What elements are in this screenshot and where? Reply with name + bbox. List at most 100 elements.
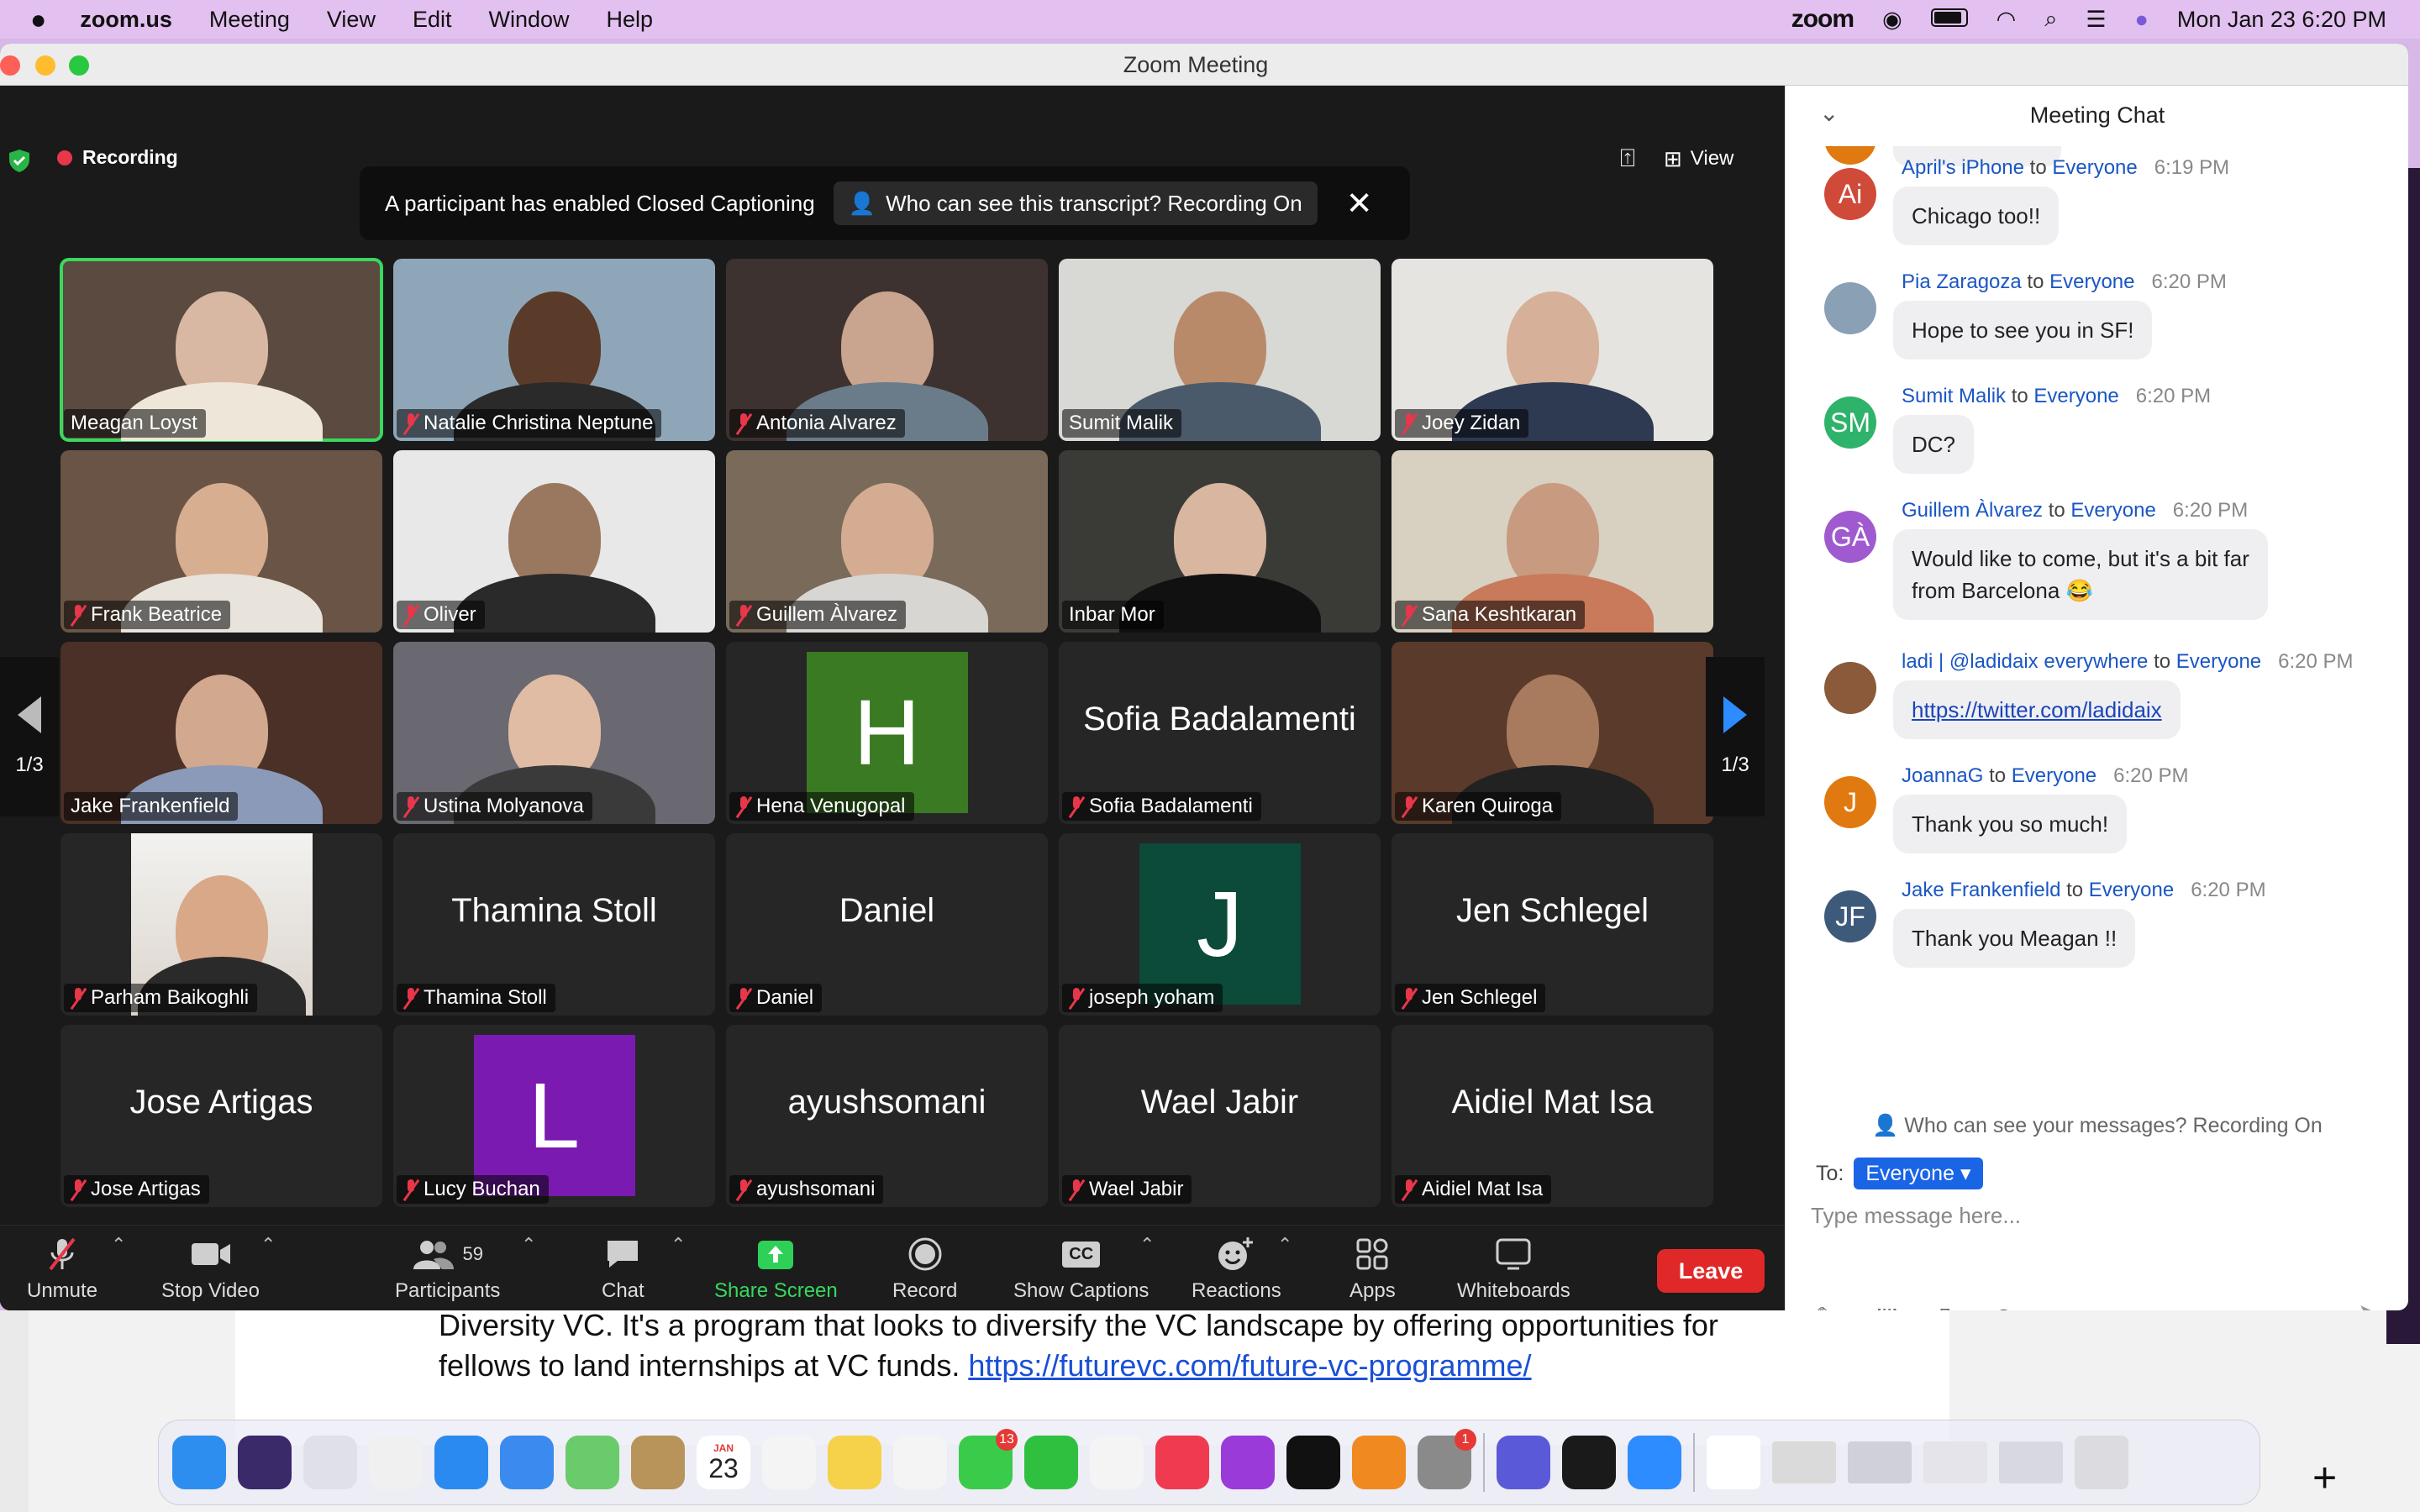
chevron-up-icon[interactable]: ⌃ <box>671 1234 686 1256</box>
window-thumb-icon[interactable] <box>1923 1441 1987 1483</box>
message-input[interactable]: Type message here... <box>1811 1203 2021 1229</box>
stop-video-button[interactable]: Stop Video <box>161 1236 260 1303</box>
siri-menu-icon[interactable]: ● <box>2135 7 2149 33</box>
show-captions-button[interactable]: CC Show Captions <box>1013 1236 1149 1303</box>
emoji-icon[interactable]: ☺ <box>1991 1302 2016 1310</box>
transcript-visibility-button[interactable]: 👤 Who can see this transcript? Recording… <box>833 181 1318 225</box>
participant-tile[interactable]: Jen Schlegel Jen Schlegel <box>1392 833 1713 1016</box>
creative-cloud-icon[interactable]: ◉ <box>1882 7 1902 33</box>
participant-tile[interactable]: Karen Quiroga <box>1392 642 1713 824</box>
settings-icon[interactable]: 1 <box>1418 1429 1476 1489</box>
teams-icon[interactable] <box>1497 1436 1550 1489</box>
chevron-up-icon[interactable]: ⌃ <box>260 1234 276 1256</box>
zoom-icon[interactable] <box>1628 1436 1681 1489</box>
books-icon[interactable] <box>1352 1436 1406 1489</box>
chat-sender[interactable]: April's iPhone <box>1902 156 2024 179</box>
participant-tile[interactable]: Sana Keshtkaran <box>1392 450 1713 633</box>
participant-tile[interactable]: Jake Frankenfield <box>60 642 382 824</box>
search-icon[interactable]: ⌕ <box>2044 6 2057 33</box>
chat-sender[interactable]: ladi | @ladidaix everywhere <box>1902 650 2148 673</box>
apple-icon[interactable]: ● <box>30 4 46 35</box>
send-icon[interactable]: ➤ <box>2358 1299 2379 1310</box>
menu-app-name[interactable]: zoom.us <box>80 7 172 33</box>
participant-tile[interactable]: L Lucy Buchan <box>393 1025 715 1207</box>
participants-button[interactable]: 59 Participants <box>395 1236 500 1303</box>
chevron-up-icon[interactable]: ⌃ <box>521 1234 536 1256</box>
file-icon[interactable]: ▯ <box>1939 1302 1951 1310</box>
podcasts-icon[interactable] <box>1221 1436 1275 1489</box>
participant-tile[interactable]: Meagan Loyst <box>60 258 383 442</box>
chat-sender[interactable]: Sumit Malik <box>1902 385 2006 407</box>
safari-icon[interactable] <box>434 1436 488 1489</box>
chevron-up-icon[interactable]: ⌃ <box>1139 1234 1155 1256</box>
chat-recipient[interactable]: Everyone <box>2070 499 2155 522</box>
record-button[interactable]: Record <box>892 1236 957 1303</box>
chat-sender[interactable]: JoannaG <box>1902 764 1983 787</box>
document-link[interactable]: https://futurevc.com/future-vc-programme… <box>968 1348 1531 1383</box>
menu-meeting[interactable]: Meeting <box>209 7 290 33</box>
participant-tile[interactable]: Sumit Malik <box>1059 259 1381 441</box>
control-center-icon[interactable]: ☰ <box>2086 7 2106 33</box>
menu-window[interactable]: Window <box>488 7 569 33</box>
next-page-button[interactable]: 1/3 <box>1706 657 1765 816</box>
unmute-button[interactable]: Unmute <box>27 1236 97 1303</box>
menu-help[interactable]: Help <box>607 7 654 33</box>
window-thumb-icon[interactable] <box>1848 1441 1912 1483</box>
format-text-icon[interactable]: ✎ <box>1816 1302 1835 1310</box>
participant-tile[interactable]: Jose Artigas Jose Artigas <box>60 1025 382 1207</box>
message-visibility-note[interactable]: 👤 Who can see your messages? Recording O… <box>1786 1114 2408 1138</box>
facetime-icon[interactable] <box>1024 1436 1078 1489</box>
reminders-icon[interactable] <box>762 1436 816 1489</box>
recipient-dropdown[interactable]: Everyone ▾ <box>1854 1158 1983 1189</box>
more-options-icon[interactable]: ··· <box>2056 1302 2080 1310</box>
screenshot-icon[interactable]: ⬚ <box>1876 1302 1897 1310</box>
zoom-status-icon[interactable]: zoom <box>1791 5 1854 34</box>
chat-link[interactable]: https://twitter.com/ladidaix <box>1912 697 2162 722</box>
battery-icon[interactable] <box>1930 7 1968 33</box>
menu-view[interactable]: View <box>327 7 376 33</box>
participant-tile[interactable]: Daniel Daniel <box>726 833 1048 1016</box>
participant-tile[interactable]: Inbar Mor <box>1059 450 1381 633</box>
photos-icon[interactable] <box>893 1436 947 1489</box>
participant-tile[interactable]: Wael Jabir Wael Jabir <box>1059 1025 1381 1207</box>
maps-icon[interactable] <box>566 1436 619 1489</box>
participant-tile[interactable]: Ustina Molyanova <box>393 642 715 824</box>
chat-recipient[interactable]: Everyone <box>2033 385 2118 407</box>
chat-recipient[interactable]: Everyone <box>2052 156 2137 179</box>
apps-button[interactable]: Apps <box>1349 1236 1396 1303</box>
chat-sender[interactable]: Jake Frankenfield <box>1902 879 2060 901</box>
reactions-button[interactable]: Reactions <box>1192 1236 1281 1303</box>
spotify-icon[interactable] <box>1562 1436 1616 1489</box>
notes-icon[interactable] <box>828 1436 881 1489</box>
whiteboards-button[interactable]: Whiteboards <box>1457 1236 1570 1303</box>
tv-icon[interactable] <box>1286 1436 1340 1489</box>
participant-tile[interactable]: Thamina Stoll Thamina Stoll <box>393 833 715 1016</box>
leave-button[interactable]: Leave <box>1657 1249 1765 1293</box>
chevron-up-icon[interactable]: ⌃ <box>1277 1234 1292 1256</box>
participant-tile[interactable]: Oliver <box>393 450 715 633</box>
participant-tile[interactable]: Guillem Àlvarez <box>726 450 1048 633</box>
chat-recipient[interactable]: Everyone <box>2012 764 2096 787</box>
news-icon[interactable] <box>1090 1436 1144 1489</box>
messages-icon[interactable]: 13 <box>959 1429 1018 1489</box>
close-icon[interactable]: ✕ <box>1346 185 1373 223</box>
share-screen-button[interactable]: Share Screen <box>714 1236 838 1303</box>
participant-tile[interactable]: ayushsomani ayushsomani <box>726 1025 1048 1207</box>
chat-recipient[interactable]: Everyone <box>2089 879 2174 901</box>
contacts-icon[interactable] <box>631 1436 685 1489</box>
window-thumb-icon[interactable] <box>1999 1441 2063 1483</box>
chat-sender[interactable]: Pia Zaragoza <box>1902 270 2022 293</box>
chat-recipient[interactable]: Everyone <box>2049 270 2134 293</box>
security-shield-icon[interactable] <box>7 148 32 173</box>
plus-icon[interactable]: + <box>2312 1453 2337 1502</box>
launchpad-icon[interactable] <box>303 1436 357 1489</box>
chat-sender[interactable]: Guillem Àlvarez <box>1902 499 2043 522</box>
view-button[interactable]: ⊞ View <box>1664 146 1733 172</box>
chat-recipient[interactable]: Everyone <box>2176 650 2261 673</box>
menu-clock[interactable]: Mon Jan 23 6:20 PM <box>2177 7 2386 33</box>
trash-icon[interactable] <box>2075 1436 2128 1489</box>
chevron-up-icon[interactable]: ⌃ <box>111 1234 126 1256</box>
finder-icon[interactable] <box>172 1436 226 1489</box>
document-icon[interactable] <box>1707 1436 1760 1489</box>
chat-button[interactable]: Chat <box>602 1236 644 1303</box>
